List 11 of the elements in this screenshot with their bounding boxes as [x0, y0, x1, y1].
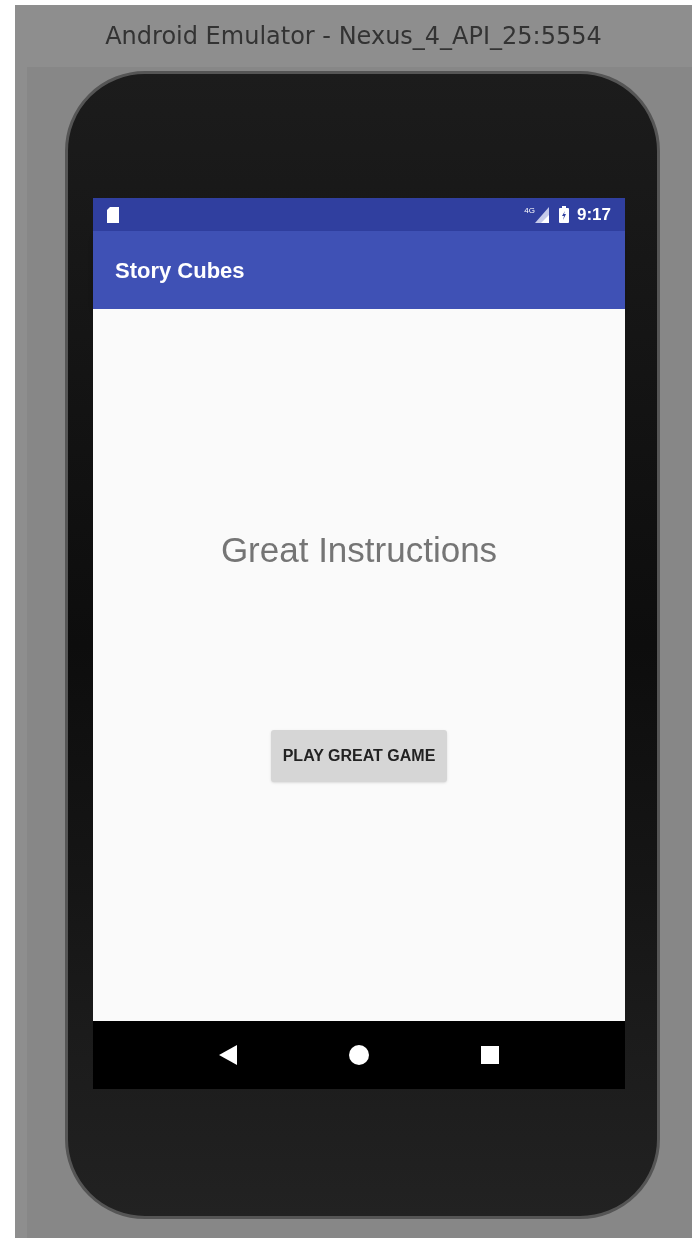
sd-card-icon	[107, 206, 119, 223]
app-title: Story Cubes	[115, 256, 245, 285]
window-title: Android Emulator - Nexus_4_API_25:5554	[105, 21, 602, 52]
heading: Great Instructions	[220, 529, 498, 571]
status-time: 9:17	[576, 203, 611, 226]
signal-icon	[534, 206, 549, 223]
back-icon[interactable]	[219, 1045, 237, 1065]
home-icon[interactable]	[349, 1045, 369, 1065]
network-type: 4G	[524, 204, 535, 217]
play-button[interactable]: PLAY GREAT GAME	[270, 729, 448, 782]
battery-icon	[558, 206, 569, 223]
